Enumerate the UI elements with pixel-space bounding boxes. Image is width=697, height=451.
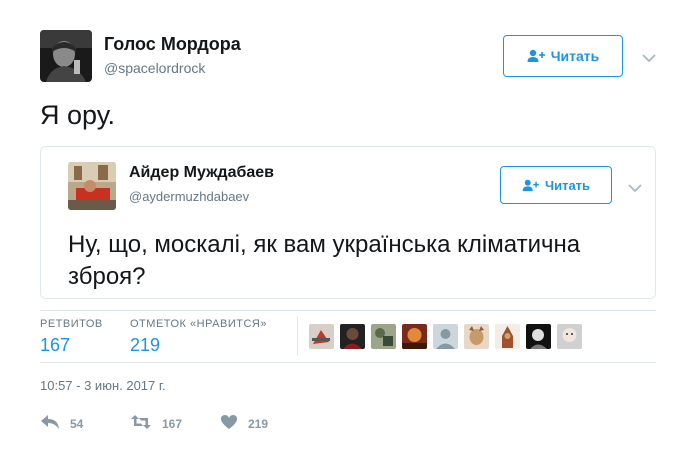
reply-button[interactable]: 54 [40, 414, 130, 433]
liker-avatar[interactable] [495, 324, 520, 349]
author-handle[interactable]: @spacelordrock [104, 60, 205, 76]
quoted-follow-button-label: Читать [544, 177, 591, 193]
retweet-icon [130, 414, 152, 433]
add-user-icon [527, 49, 545, 63]
divider [297, 316, 298, 356]
quoted-tweet[interactable]: Айдер Муждабаев @aydermuzhdabaev Читать … [40, 146, 656, 299]
reply-icon [40, 414, 60, 433]
liker-avatar[interactable] [309, 324, 334, 349]
retweets-label: РЕТВИТОВ [40, 318, 103, 330]
tweet-card: Голос Мордора @spacelordrock Читать Я ор… [0, 0, 697, 451]
author-avatar[interactable] [40, 30, 92, 82]
tweet-actions: 54 167 219 [40, 414, 268, 433]
divider [40, 362, 656, 363]
quoted-tweet-text: Ну, що, москалі, як вам українська кліма… [68, 231, 581, 290]
quoted-author-name[interactable]: Айдер Муждабаев [129, 164, 274, 182]
quoted-follow-button[interactable]: Читать [500, 166, 612, 204]
liker-avatar[interactable] [526, 324, 551, 349]
add-user-icon [522, 179, 539, 192]
likes-label: ОТМЕТОК «НРАВИТСЯ» [130, 318, 267, 330]
heart-icon [220, 414, 238, 433]
tweet-text: Я ору. [40, 100, 116, 130]
liker-avatar[interactable] [340, 324, 365, 349]
reply-count: 54 [70, 416, 84, 431]
liker-avatar[interactable] [371, 324, 396, 349]
liker-avatar[interactable] [557, 324, 582, 349]
likes-count: 219 [130, 335, 161, 355]
retweet-count: 167 [162, 416, 183, 431]
tweet-timestamp[interactable]: 10:57 - 3 июн. 2017 г. [40, 378, 166, 393]
follow-button-label: Читать [550, 48, 600, 64]
divider [40, 310, 656, 311]
author-name[interactable]: Голос Мордора [104, 34, 241, 55]
like-button[interactable]: 219 [220, 414, 268, 433]
chevron-down-icon[interactable] [628, 180, 642, 193]
liker-avatar[interactable] [464, 324, 489, 349]
follow-button[interactable]: Читать [503, 35, 623, 77]
quoted-author-avatar[interactable] [68, 162, 116, 210]
likes-stat[interactable]: ОТМЕТОК «НРАВИТСЯ» 219 [130, 318, 267, 356]
retweets-count: 167 [40, 335, 71, 355]
retweet-button[interactable]: 167 [130, 414, 220, 433]
liker-avatar[interactable] [433, 324, 458, 349]
chevron-down-icon[interactable] [642, 50, 656, 63]
quoted-author-handle[interactable]: @aydermuzhdabaev [129, 189, 249, 204]
like-count: 219 [248, 416, 269, 431]
retweets-stat[interactable]: РЕТВИТОВ 167 [40, 318, 103, 356]
likers-avatars [309, 324, 582, 349]
liker-avatar[interactable] [402, 324, 427, 349]
